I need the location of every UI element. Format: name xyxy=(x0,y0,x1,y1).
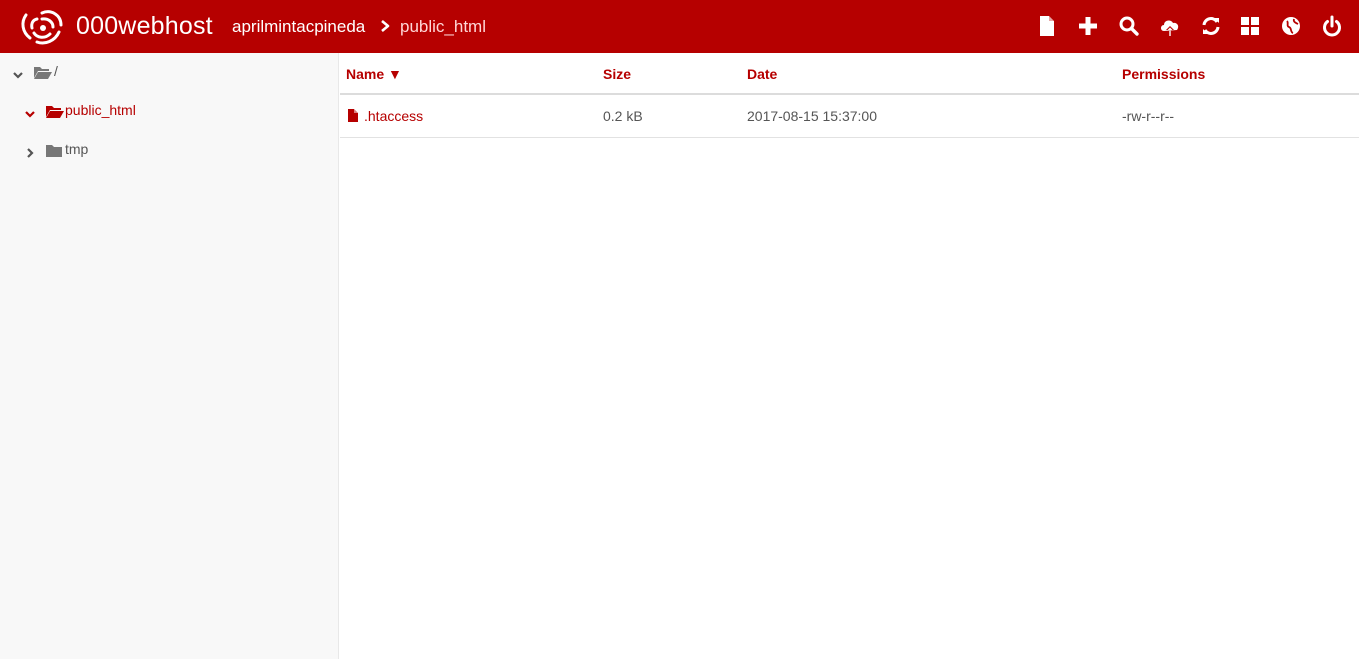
power-icon[interactable] xyxy=(1321,14,1343,38)
brand-logo-icon[interactable] xyxy=(17,5,67,48)
column-header-name[interactable]: Name ▼ xyxy=(346,66,402,82)
table-row[interactable]: .htaccess 0.2 kB 2017-08-15 15:37:00 -rw… xyxy=(340,95,1359,138)
file-icon xyxy=(347,108,359,123)
column-header-permissions[interactable]: Permissions xyxy=(1122,66,1205,82)
file-list: Name ▼ Size Date Permissions .htaccess 0… xyxy=(340,53,1359,659)
file-date: 2017-08-15 15:37:00 xyxy=(747,108,877,124)
top-bar: 000webhost aprilmintacpineda public_html xyxy=(0,0,1359,53)
search-icon[interactable] xyxy=(1118,14,1140,38)
chevron-down-icon[interactable] xyxy=(24,107,36,119)
upload-cloud-icon[interactable] xyxy=(1159,14,1181,38)
column-header-date[interactable]: Date xyxy=(747,66,777,82)
tree-item-public-html[interactable]: public_html xyxy=(0,98,339,128)
file-size: 0.2 kB xyxy=(603,108,643,124)
brand-name[interactable]: 000webhost xyxy=(76,12,213,41)
tree-item-tmp[interactable]: tmp xyxy=(0,137,339,167)
globe-icon[interactable] xyxy=(1280,14,1302,38)
new-file-icon[interactable] xyxy=(1036,14,1058,38)
tree-item-label: public_html xyxy=(65,102,136,118)
new-folder-plus-icon[interactable] xyxy=(1077,14,1099,38)
file-permissions[interactable]: -rw-r--r-- xyxy=(1122,108,1174,124)
breadcrumb-user[interactable]: aprilmintacpineda xyxy=(232,17,365,37)
refresh-icon[interactable] xyxy=(1200,14,1222,38)
tree-item-label: tmp xyxy=(65,141,89,157)
breadcrumb-current: public_html xyxy=(400,17,486,36)
chevron-right-icon xyxy=(378,19,392,33)
folder-open-icon xyxy=(33,64,53,80)
tree-item-root[interactable]: / xyxy=(0,59,339,89)
column-header-size[interactable]: Size xyxy=(603,66,631,82)
table-header: Name ▼ Size Date Permissions xyxy=(340,53,1359,95)
folder-tree-sidebar: / public_html tmp xyxy=(0,53,339,659)
grid-view-icon[interactable] xyxy=(1239,14,1261,38)
file-name-link[interactable]: .htaccess xyxy=(364,108,423,124)
folder-open-icon xyxy=(45,103,65,119)
tree-item-label: / xyxy=(54,63,58,79)
folder-icon xyxy=(45,142,65,158)
chevron-right-icon[interactable] xyxy=(24,146,36,158)
chevron-down-icon[interactable] xyxy=(12,68,24,80)
